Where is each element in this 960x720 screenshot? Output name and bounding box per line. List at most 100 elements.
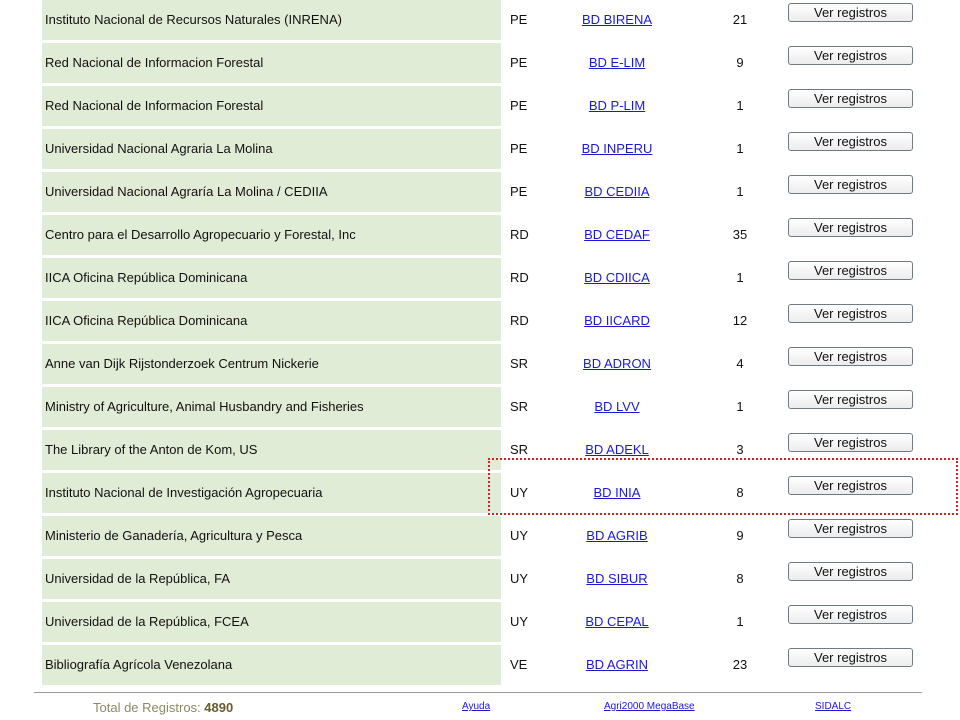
- view-records-button[interactable]: Ver registros: [788, 562, 913, 581]
- database-link[interactable]: BD AGRIB: [586, 528, 647, 543]
- table-row: Universidad Nacional Agraria La Molina P…: [42, 129, 942, 169]
- database-link[interactable]: BD ADRON: [583, 356, 651, 371]
- database-cell: BD INPERU: [562, 129, 672, 169]
- help-link[interactable]: Ayuda: [462, 701, 490, 712]
- database-link[interactable]: BD IICARD: [584, 313, 650, 328]
- table-row: Ministry of Agriculture, Animal Husbandr…: [42, 387, 942, 427]
- database-cell: BD CEDIIA: [562, 172, 672, 212]
- table-row: Ministerio de Ganadería, Agricultura y P…: [42, 516, 942, 556]
- footer-divider: [34, 692, 922, 693]
- database-cell: BD CEPAL: [562, 602, 672, 642]
- institution-cell: Universidad Nacional Agraría La Molina /…: [42, 172, 501, 212]
- highlight-box: [488, 458, 958, 515]
- country-cell: RD: [510, 227, 529, 242]
- database-cell: BD SIBUR: [562, 559, 672, 599]
- table-row: Universidad de la República, FCEA UY BD …: [42, 602, 942, 642]
- count-cell: 9: [736, 528, 744, 543]
- view-records-button[interactable]: Ver registros: [788, 3, 913, 22]
- country-cell: UY: [510, 571, 529, 586]
- database-link[interactable]: BD ADEKL: [585, 442, 649, 457]
- institution-cell: Instituto Nacional de Recursos Naturales…: [42, 0, 501, 40]
- country-cell: VE: [510, 657, 528, 672]
- country-cell: SR: [510, 399, 529, 414]
- database-cell: BD IICARD: [562, 301, 672, 341]
- total-records-label: Total de Registros:: [93, 700, 201, 715]
- table-row: Bibliografía Agrícola Venezolana VE BD A…: [42, 645, 942, 685]
- database-link[interactable]: BD CEDIIA: [584, 184, 649, 199]
- database-cell: BD E-LIM: [562, 43, 672, 83]
- institution-cell: Universidad de la República, FA: [42, 559, 501, 599]
- country-cell: RD: [510, 270, 529, 285]
- country-cell: SR: [510, 356, 529, 371]
- count-cell: 1: [736, 614, 744, 629]
- database-link[interactable]: BD BIRENA: [582, 12, 652, 27]
- institution-cell: Red Nacional de Informacion Forestal: [42, 43, 501, 83]
- view-records-button[interactable]: Ver registros: [788, 46, 913, 65]
- database-link[interactable]: BD INPERU: [582, 141, 653, 156]
- database-cell: BD BIRENA: [562, 0, 672, 40]
- count-cell: 4: [736, 356, 744, 371]
- view-records-button[interactable]: Ver registros: [788, 132, 913, 151]
- view-records-button[interactable]: Ver registros: [788, 519, 913, 538]
- institution-cell: IICA Oficina República Dominicana: [42, 301, 501, 341]
- institution-cell: Centro para el Desarrollo Agropecuario y…: [42, 215, 501, 255]
- table-row: Universidad de la República, FA UY BD SI…: [42, 559, 942, 599]
- table-row: Red Nacional de Informacion Forestal PE …: [42, 86, 942, 126]
- institution-cell: Bibliografía Agrícola Venezolana: [42, 645, 501, 685]
- view-records-button[interactable]: Ver registros: [788, 175, 913, 194]
- institution-cell: The Library of the Anton de Kom, US: [42, 430, 501, 470]
- institution-cell: Universidad de la República, FCEA: [42, 602, 501, 642]
- country-cell: PE: [510, 184, 528, 199]
- institution-cell: Red Nacional de Informacion Forestal: [42, 86, 501, 126]
- institution-cell: Anne van Dijk Rijstonderzoek Centrum Nic…: [42, 344, 501, 384]
- view-records-button[interactable]: Ver registros: [788, 218, 913, 237]
- institution-cell: IICA Oficina República Dominicana: [42, 258, 501, 298]
- view-records-button[interactable]: Ver registros: [788, 433, 913, 452]
- view-records-button[interactable]: Ver registros: [788, 605, 913, 624]
- view-records-button[interactable]: Ver registros: [788, 89, 913, 108]
- table-row: Anne van Dijk Rijstonderzoek Centrum Nic…: [42, 344, 942, 384]
- database-link[interactable]: BD AGRIN: [586, 657, 648, 672]
- total-records-value: 4890: [204, 700, 234, 715]
- view-records-button[interactable]: Ver registros: [788, 390, 913, 409]
- institution-cell: Ministerio de Ganadería, Agricultura y P…: [42, 516, 501, 556]
- count-cell: 21: [732, 12, 748, 27]
- count-cell: 1: [736, 184, 744, 199]
- view-records-button[interactable]: Ver registros: [788, 304, 913, 323]
- count-cell: 9: [736, 55, 744, 70]
- table-row: IICA Oficina República Dominicana RD BD …: [42, 258, 942, 298]
- total-records: Total de Registros: 4890: [93, 700, 233, 715]
- database-cell: BD LVV: [562, 387, 672, 427]
- count-cell: 1: [736, 98, 744, 113]
- country-cell: UY: [510, 614, 529, 629]
- country-cell: PE: [510, 98, 528, 113]
- view-records-button[interactable]: Ver registros: [788, 261, 913, 280]
- table-row: Centro para el Desarrollo Agropecuario y…: [42, 215, 942, 255]
- view-records-button[interactable]: Ver registros: [788, 648, 913, 667]
- database-link[interactable]: BD E-LIM: [589, 55, 645, 70]
- institution-cell: Ministry of Agriculture, Animal Husbandr…: [42, 387, 501, 427]
- country-cell: PE: [510, 55, 528, 70]
- view-records-button[interactable]: Ver registros: [788, 347, 913, 366]
- country-cell: PE: [510, 141, 528, 156]
- count-cell: 8: [736, 571, 744, 586]
- table-row: Universidad Nacional Agraría La Molina /…: [42, 172, 942, 212]
- agri2000-megabase-link[interactable]: Agri2000 MegaBase: [604, 701, 695, 712]
- database-link[interactable]: BD SIBUR: [586, 571, 647, 586]
- database-link[interactable]: BD P-LIM: [589, 98, 645, 113]
- database-cell: BD AGRIN: [562, 645, 672, 685]
- database-cell: BD CEDAF: [562, 215, 672, 255]
- country-cell: UY: [510, 528, 529, 543]
- database-cell: BD CDIICA: [562, 258, 672, 298]
- database-link[interactable]: BD CDIICA: [584, 270, 650, 285]
- table-row: IICA Oficina República Dominicana RD BD …: [42, 301, 942, 341]
- count-cell: 35: [732, 227, 748, 242]
- count-cell: 1: [736, 141, 744, 156]
- country-cell: RD: [510, 313, 529, 328]
- database-link[interactable]: BD CEPAL: [585, 614, 648, 629]
- database-link[interactable]: BD LVV: [594, 399, 639, 414]
- count-cell: 23: [732, 657, 748, 672]
- sidalc-link[interactable]: SIDALC: [815, 701, 851, 712]
- database-link[interactable]: BD CEDAF: [584, 227, 650, 242]
- table-row: Instituto Nacional de Recursos Naturales…: [42, 0, 942, 40]
